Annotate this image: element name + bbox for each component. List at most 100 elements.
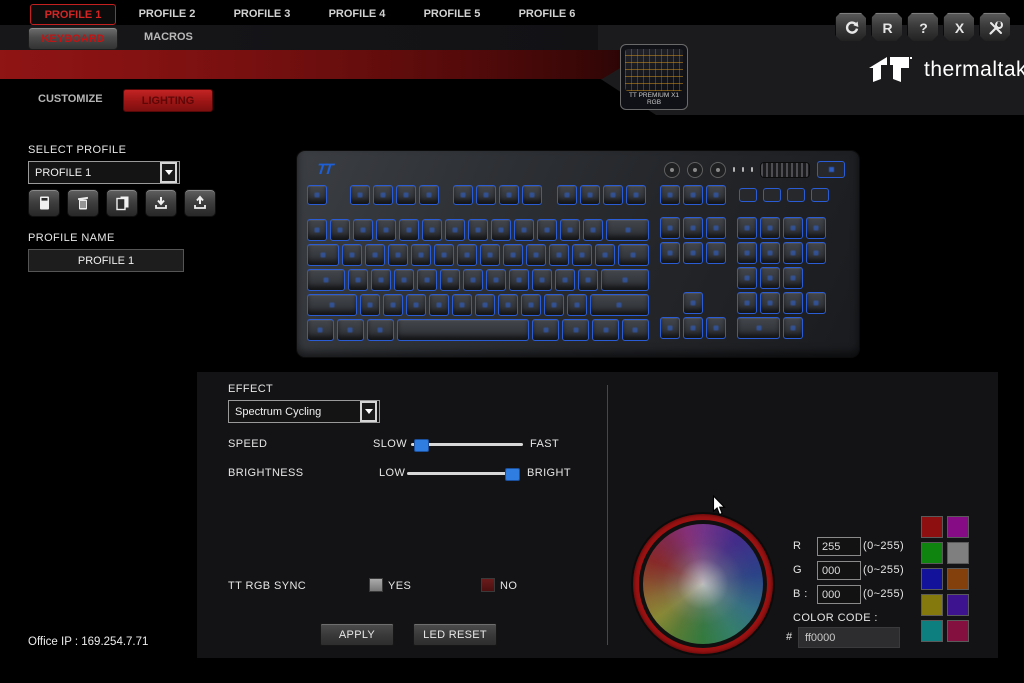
speed-slider[interactable]	[411, 443, 523, 446]
media-mini-button	[787, 188, 805, 202]
mouse-cursor	[712, 495, 727, 521]
apply-button[interactable]: APPLY	[320, 623, 394, 646]
keyboard-key	[396, 185, 416, 205]
refresh-button[interactable]	[835, 12, 868, 43]
keyboard-key	[560, 219, 580, 241]
delete-profile-button[interactable]	[67, 189, 99, 217]
color-swatch-7[interactable]	[947, 594, 969, 616]
keyboard-key	[522, 185, 542, 205]
tab-profile-3[interactable]: PROFILE 3	[234, 8, 291, 20]
keyboard-key	[760, 267, 780, 289]
profile-name-input[interactable]	[28, 249, 184, 272]
color-wheel[interactable]	[633, 514, 773, 654]
trash-icon	[75, 195, 91, 211]
keyboard-key	[434, 244, 454, 266]
keyboard-key	[365, 244, 385, 266]
led-reset-button[interactable]: LED RESET	[413, 623, 497, 646]
keyboard-key	[342, 244, 362, 266]
keyboard-media-cluster	[664, 161, 845, 178]
new-profile-button[interactable]	[28, 189, 60, 217]
reset-button[interactable]: R	[871, 12, 904, 43]
color-code-label: COLOR CODE :	[793, 612, 878, 624]
settings-button[interactable]	[979, 12, 1012, 43]
keyboard-key	[397, 319, 530, 341]
keyboard-key	[544, 294, 564, 316]
keyboard-key	[660, 217, 680, 239]
media-mini-button	[763, 188, 781, 202]
copy-profile-button[interactable]	[106, 189, 138, 217]
tab-macros[interactable]: MACROS	[144, 31, 193, 43]
effect-label: EFFECT	[228, 383, 273, 395]
tab-profile-5[interactable]: PROFILE 5	[424, 8, 481, 20]
color-swatch-0[interactable]	[921, 516, 943, 538]
color-swatch-3[interactable]	[947, 542, 969, 564]
brightness-slider[interactable]	[407, 472, 519, 475]
b-input[interactable]	[817, 585, 861, 604]
keyboard-key	[537, 219, 557, 241]
keyboard-key	[388, 244, 408, 266]
speed-slider-handle[interactable]	[414, 439, 429, 452]
tab-lighting[interactable]: LIGHTING	[123, 89, 213, 112]
chevron-down-icon[interactable]	[160, 162, 177, 183]
color-swatch-8[interactable]	[921, 620, 943, 642]
keyboard-key	[590, 294, 649, 316]
color-swatch-2[interactable]	[921, 542, 943, 564]
r-input[interactable]	[817, 537, 861, 556]
color-swatch-6[interactable]	[921, 594, 943, 616]
r-range-label: (0~255)	[863, 540, 904, 552]
keyboard-key	[683, 292, 703, 314]
keyboard-key	[601, 269, 649, 291]
color-code-input[interactable]	[798, 627, 900, 648]
import-profile-button[interactable]	[145, 189, 177, 217]
color-swatch-1[interactable]	[947, 516, 969, 538]
effect-select-value: Spectrum Cycling	[229, 406, 360, 418]
color-swatch-5[interactable]	[947, 568, 969, 590]
brightness-slider-handle[interactable]	[505, 468, 520, 481]
keyboard-key	[422, 219, 442, 241]
b-range-label: (0~255)	[863, 588, 904, 600]
close-button[interactable]: X	[943, 12, 976, 43]
profile-select[interactable]: PROFILE 1	[28, 161, 180, 184]
tab-keyboard[interactable]: KEYBOARD	[28, 27, 118, 50]
keyboard-key	[419, 185, 439, 205]
keyboard-key	[514, 219, 534, 241]
export-profile-button[interactable]	[184, 189, 216, 217]
keyboard-key	[683, 317, 703, 339]
sync-yes-checkbox[interactable]	[369, 578, 383, 592]
chevron-down-icon[interactable]	[360, 401, 377, 422]
color-swatch-9[interactable]	[947, 620, 969, 642]
tab-profile-2[interactable]: PROFILE 2	[139, 8, 196, 20]
light-key-icon	[710, 162, 726, 178]
effect-select[interactable]: Spectrum Cycling	[228, 400, 380, 423]
brand-name: thermaltake	[924, 58, 1024, 82]
copy-icon	[114, 195, 130, 211]
keyboard-key	[445, 219, 465, 241]
tab-profile-4[interactable]: PROFILE 4	[329, 8, 386, 20]
keyboard-key	[521, 294, 541, 316]
keyboard-key	[683, 185, 703, 205]
keyboard-key	[373, 185, 393, 205]
help-label: ?	[919, 20, 928, 36]
keyboard-key	[394, 269, 414, 291]
keyboard-key	[367, 319, 394, 341]
keyboard-key	[660, 185, 680, 205]
device-tab[interactable]: TT PREMIUM X1 RGB	[620, 44, 688, 110]
indicator-led	[742, 167, 744, 172]
indicator-led	[751, 167, 753, 172]
keyboard-key	[376, 219, 396, 241]
r-label: R	[793, 540, 801, 552]
keyboard-key	[555, 269, 575, 291]
keyboard-key	[806, 242, 826, 264]
tab-customize[interactable]: CUSTOMIZE	[38, 93, 103, 105]
color-wheel-hue[interactable]	[643, 524, 763, 644]
media-mini-button	[739, 188, 757, 202]
g-input[interactable]	[817, 561, 861, 580]
thermaltake-tt-icon	[868, 55, 914, 85]
tab-profile-6[interactable]: PROFILE 6	[519, 8, 576, 20]
keyboard-key	[660, 242, 680, 264]
tab-profile-1[interactable]: PROFILE 1	[30, 4, 116, 25]
keyboard-gap	[545, 185, 554, 207]
sync-no-checkbox[interactable]	[481, 578, 495, 592]
color-swatch-4[interactable]	[921, 568, 943, 590]
help-button[interactable]: ?	[907, 12, 940, 43]
